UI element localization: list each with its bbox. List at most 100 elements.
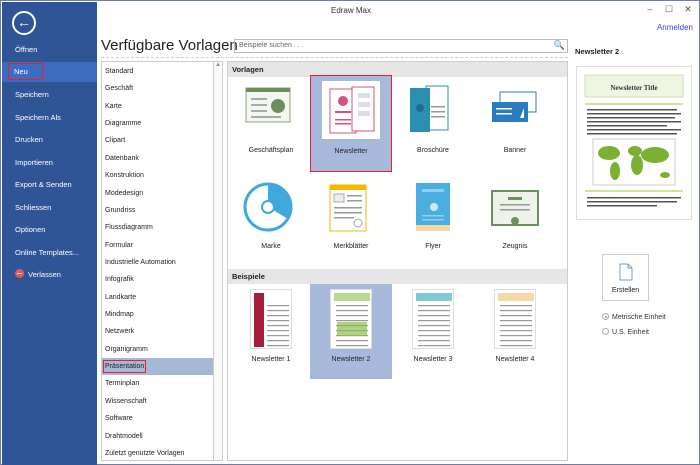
example-tile[interactable]: Newsletter 4 — [474, 284, 556, 379]
category-item[interactable]: Wissenschaft — [102, 393, 213, 410]
category-item[interactable]: Industrielle Automation — [102, 254, 213, 271]
sidebar-item-label: Online Templates... — [15, 248, 80, 257]
sidebar-item-label: Drucken — [15, 135, 43, 144]
example-label: Newsletter 2 — [331, 356, 371, 363]
category-item[interactable]: Netzwerk — [102, 323, 213, 340]
create-button[interactable]: Erstellen — [602, 254, 649, 301]
template-tile[interactable]: Broschüre — [392, 75, 474, 165]
category-label: Datenbank — [105, 154, 139, 162]
back-arrow-icon[interactable]: ← — [12, 11, 36, 35]
template-thumbnail-icon — [245, 87, 291, 123]
category-label: Drahtmodell — [105, 432, 143, 440]
search-icon[interactable]: 🔍 — [554, 40, 565, 51]
template-label: Banner — [503, 147, 527, 154]
close-button[interactable]: ✕ — [681, 4, 695, 15]
example-tile[interactable]: Newsletter 3 — [392, 284, 474, 379]
category-item[interactable]: Standard — [102, 63, 213, 80]
example-tile[interactable]: Newsletter 2 — [310, 284, 392, 379]
template-tile[interactable]: Zeugnis — [474, 174, 556, 264]
category-label: Geschäft — [105, 85, 134, 93]
category-item[interactable]: Software — [102, 410, 213, 427]
template-label: Marke — [261, 243, 281, 250]
template-thumbnail-icon — [329, 184, 367, 232]
template-thumbnail-icon — [492, 91, 537, 122]
sidebar-item-label: Optionen — [15, 225, 46, 234]
sidebar-item-label: Schliessen — [15, 203, 52, 212]
sidebar-item-label: Speichern — [15, 90, 49, 99]
sidebar-item-5[interactable]: Importieren — [2, 153, 97, 173]
category-label: Zuletzt genutzte Vorlagen — [105, 449, 185, 457]
category-label: Modedesign — [105, 189, 144, 197]
maximize-button[interactable]: ☐ — [662, 4, 676, 15]
template-tile[interactable]: Newsletter — [310, 75, 392, 172]
sidebar: ← Öffnen Neu Speichern Speichern Als Drucken… — [2, 2, 97, 465]
radio-selected-icon — [602, 313, 609, 320]
category-item[interactable]: Infografik — [102, 271, 213, 288]
category-item[interactable]: Landkarte — [102, 289, 213, 306]
metric-unit-radio[interactable]: Metrische Einheit — [602, 313, 666, 321]
sidebar-item-8[interactable]: Optionen — [2, 220, 97, 240]
category-item[interactable]: Datenbank — [102, 150, 213, 167]
category-item[interactable]: Mindmap — [102, 306, 213, 323]
example-thumbnail-icon — [330, 289, 372, 349]
login-link[interactable]: Anmelden — [657, 23, 693, 32]
category-label: Mindmap — [105, 311, 134, 319]
example-tile[interactable]: Newsletter 1 — [230, 284, 312, 379]
scrollbar[interactable]: ▲ — [213, 61, 223, 461]
category-item[interactable]: Clipart — [102, 132, 213, 149]
template-tile[interactable]: Geschäftsplan — [230, 75, 312, 165]
category-item[interactable]: Flussdiagramm — [102, 219, 213, 236]
example-label: Newsletter 1 — [251, 356, 291, 363]
category-item[interactable]: Grundriss — [102, 202, 213, 219]
sidebar-item-label: Export & Senden — [15, 180, 72, 189]
sidebar-item-10[interactable]: Verlassen — [2, 265, 97, 285]
sidebar-item-2[interactable]: Speichern — [2, 85, 97, 105]
sidebar-item-label: Neu — [8, 63, 43, 80]
sidebar-item-label: Öffnen — [15, 45, 38, 54]
example-label: Newsletter 4 — [495, 356, 535, 363]
page-title: Verfügbare Vorlagen — [101, 37, 238, 54]
category-item[interactable]: Drahtmodell — [102, 428, 213, 445]
sidebar-item-9[interactable]: Online Templates... — [2, 243, 97, 263]
category-label: Infografik — [105, 276, 134, 284]
category-label: Konstruktion — [105, 172, 144, 180]
sidebar-item-7[interactable]: Schliessen — [2, 198, 97, 218]
category-label: Formular — [105, 241, 134, 249]
category-item[interactable]: Formular — [102, 237, 213, 254]
window-title: Edraw Max — [330, 6, 371, 15]
example-thumbnail-icon — [412, 289, 454, 349]
category-label: Karte — [105, 102, 122, 110]
minimize-button[interactable]: – — [643, 4, 657, 14]
category-item[interactable]: Karte — [102, 98, 213, 115]
category-label: Diagramme — [105, 120, 142, 128]
sidebar-item-1[interactable]: Neu — [2, 62, 97, 82]
category-item[interactable]: Diagramme — [102, 115, 213, 132]
category-item[interactable]: Präsentation — [102, 358, 213, 376]
template-panel: Vorlagen Beispiele Geschäftsplan Newslett… — [227, 61, 568, 461]
divider — [101, 57, 568, 58]
us-unit-label: U.S. Einheit — [612, 329, 649, 336]
template-tile[interactable]: Banner — [474, 75, 556, 165]
sidebar-item-0[interactable]: Öffnen — [2, 40, 97, 60]
category-item[interactable]: Terminplan — [102, 375, 213, 392]
sidebar-item-label: Importieren — [15, 158, 53, 167]
sidebar-item-4[interactable]: Drucken — [2, 130, 97, 150]
category-item[interactable]: Organigramm — [102, 341, 213, 358]
sidebar-item-3[interactable]: Speichern Als — [2, 108, 97, 128]
search-placeholder: Beispiele suchen . . . — [239, 42, 304, 49]
category-item[interactable]: Zuletzt genutzte Vorlagen — [102, 445, 213, 462]
sidebar-item-6[interactable]: Export & Senden — [2, 175, 97, 195]
sidebar-item-label: Verlassen — [28, 270, 61, 279]
template-label: Newsletter — [334, 148, 368, 155]
template-tile[interactable]: Marke — [230, 174, 312, 264]
template-tile[interactable]: Flyer — [392, 174, 474, 264]
template-tile[interactable]: Merkblätter — [310, 174, 392, 264]
category-item[interactable]: Geschäft — [102, 80, 213, 97]
exit-icon — [15, 269, 24, 278]
category-label: Grundriss — [105, 206, 136, 214]
preview-title: Newsletter 2 — [575, 47, 620, 56]
category-item[interactable]: Konstruktion — [102, 167, 213, 184]
search-input[interactable]: Beispiele suchen . . . 🔍 — [234, 39, 568, 53]
category-item[interactable]: Modedesign — [102, 185, 213, 202]
us-unit-radio[interactable]: U.S. Einheit — [602, 328, 649, 336]
